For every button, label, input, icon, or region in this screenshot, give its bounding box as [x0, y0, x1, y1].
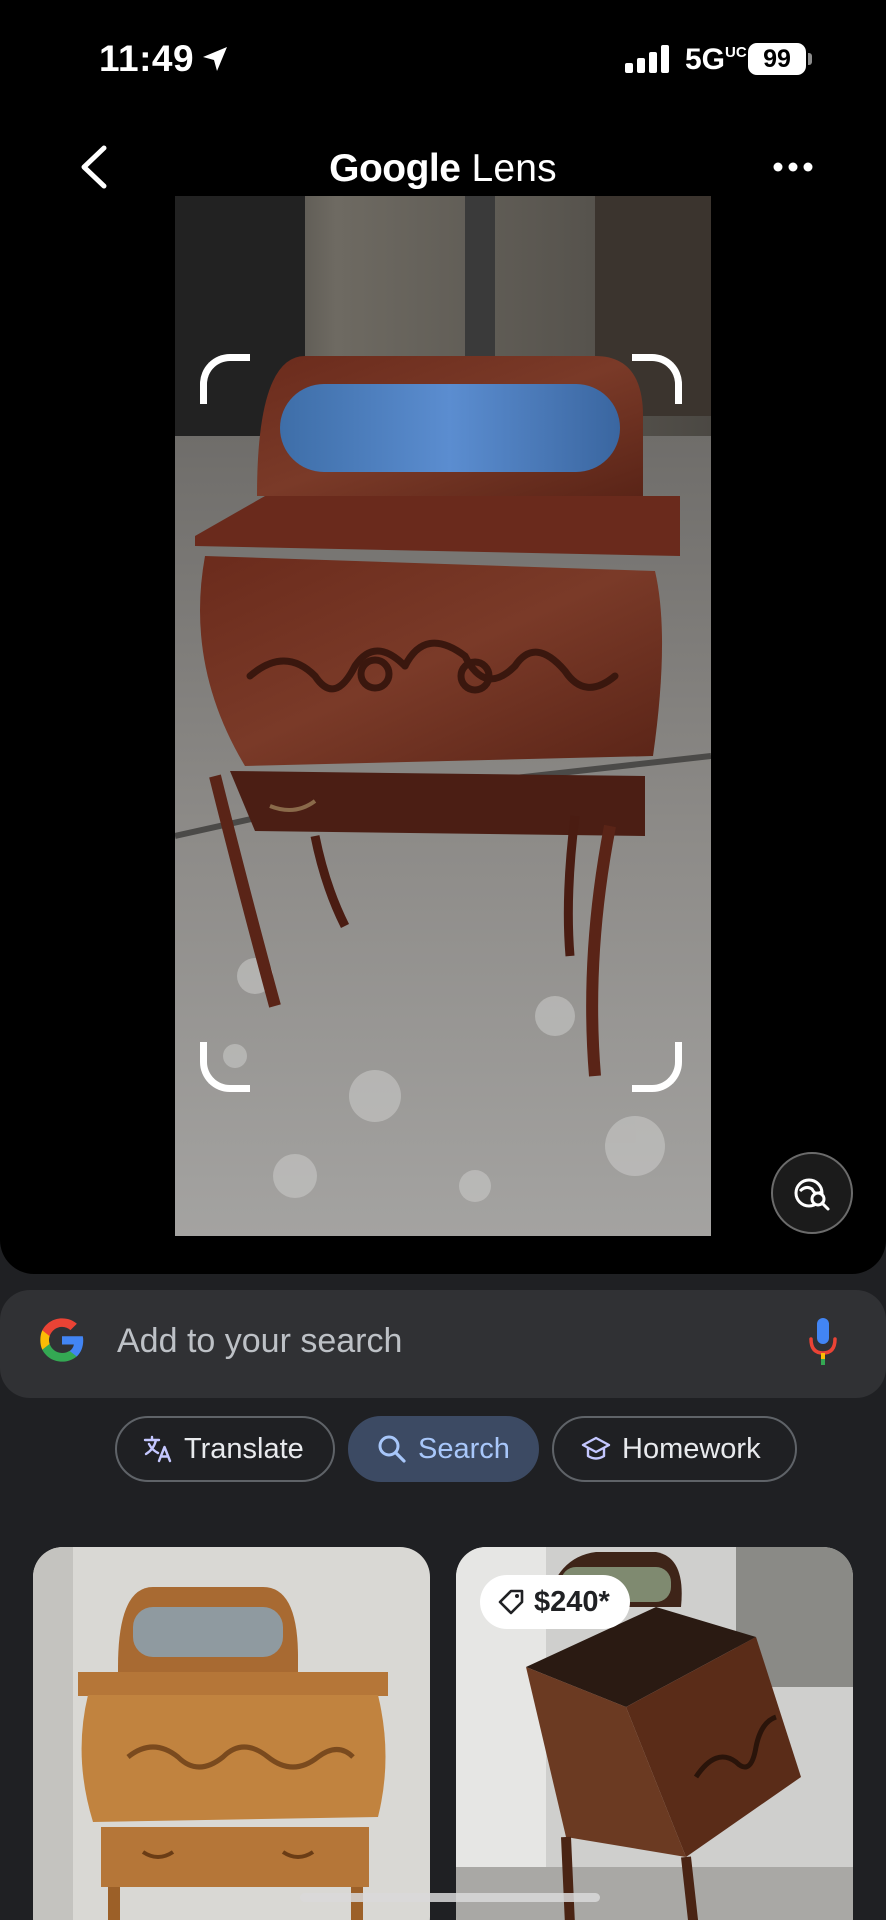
page-title: Google Lens — [329, 147, 557, 190]
battery-tip — [808, 53, 812, 65]
search-placeholder: Add to your search — [117, 1322, 403, 1360]
location-arrow-icon — [203, 47, 227, 71]
result-card[interactable] — [33, 1547, 430, 1920]
google-logo-icon — [40, 1318, 84, 1362]
graduation-cap-icon — [581, 1436, 611, 1460]
search-chip[interactable]: Search — [348, 1416, 539, 1482]
tag-icon — [498, 1589, 524, 1615]
battery-level: 99 — [748, 43, 806, 75]
more-options-icon[interactable] — [771, 150, 815, 184]
homework-chip[interactable]: Homework — [552, 1416, 797, 1482]
query-image — [175, 196, 711, 1236]
image-search-icon — [794, 1178, 830, 1211]
add-to-search-bar[interactable]: Add to your search — [0, 1290, 886, 1398]
search-chip-label: Search — [418, 1432, 510, 1465]
homework-chip-label: Homework — [622, 1432, 761, 1465]
price-value: $240* — [534, 1585, 610, 1618]
translate-chip[interactable]: Translate — [115, 1416, 335, 1482]
home-indicator[interactable] — [300, 1893, 600, 1902]
translate-chip-label: Translate — [184, 1432, 304, 1465]
status-time: 11:49 — [99, 38, 195, 79]
result-image — [33, 1547, 430, 1920]
price-tag: $240* — [480, 1575, 630, 1629]
select-objects-button[interactable] — [771, 1152, 853, 1234]
microphone-icon[interactable] — [808, 1315, 838, 1367]
cellular-signal-icon — [625, 45, 669, 73]
image-viewer: 11:49 5GUC 99 Google Lens — [0, 0, 886, 1274]
network-type: 5GUC — [685, 43, 747, 76]
result-card[interactable]: $240* — [456, 1547, 853, 1920]
search-icon — [378, 1435, 406, 1463]
translate-icon — [143, 1435, 172, 1463]
